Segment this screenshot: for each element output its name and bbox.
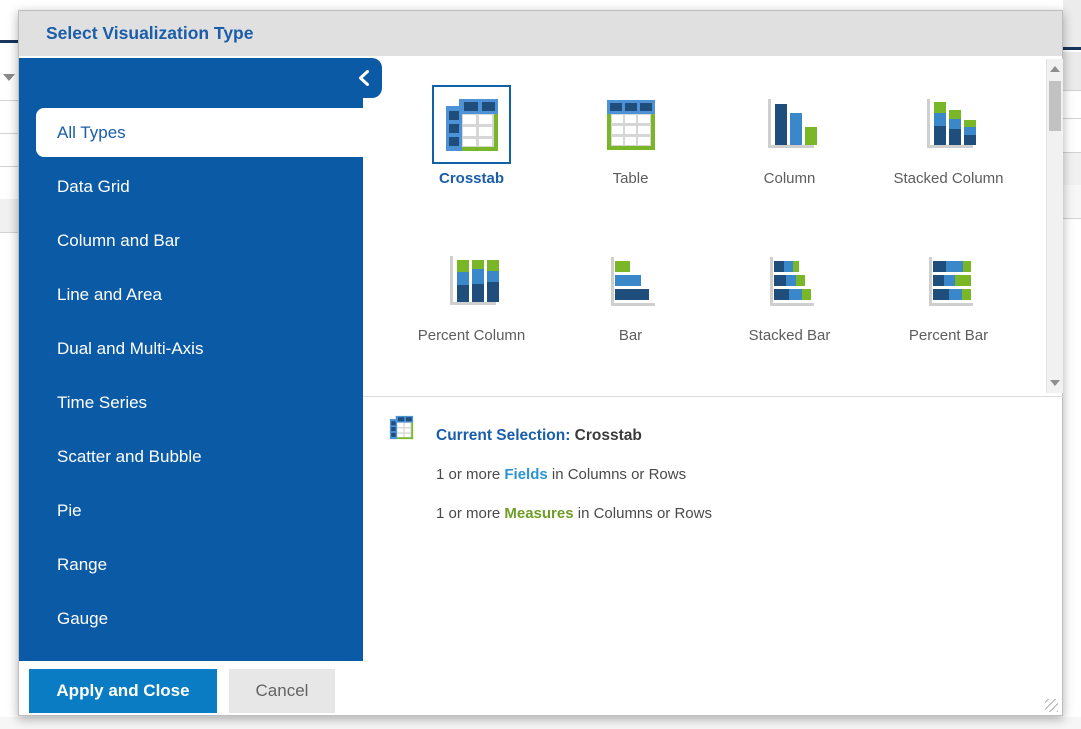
requirement-measures: 1 or more Measures in Columns or Rows bbox=[436, 505, 712, 525]
viz-tile-label: Column bbox=[764, 170, 816, 187]
stacked-bar-chart-icon bbox=[750, 242, 829, 321]
sidebar-item-label: Column and Bar bbox=[57, 231, 180, 251]
sidebar-item-label: All Types bbox=[57, 123, 126, 143]
page-edge-right-toolbar-line bbox=[1063, 47, 1081, 50]
gallery-scrollbar[interactable] bbox=[1046, 59, 1063, 393]
sidebar-item-label: Dual and Multi-Axis bbox=[57, 339, 203, 359]
resize-handle[interactable] bbox=[1045, 699, 1058, 712]
viz-tile-label: Table bbox=[613, 170, 649, 187]
viz-tile-label: Stacked Bar bbox=[749, 327, 831, 344]
chevron-left-icon[interactable] bbox=[350, 65, 376, 91]
gallery-row-1: Crosstab Table bbox=[392, 85, 1028, 187]
sidebar-item-dual-and-multi-axis[interactable]: Dual and Multi-Axis bbox=[19, 322, 363, 376]
cancel-button[interactable]: Cancel bbox=[229, 669, 335, 713]
sidebar-item-label: Gauge bbox=[57, 609, 108, 629]
gallery-info-divider bbox=[363, 396, 1064, 397]
scroll-up-arrow-icon[interactable] bbox=[1047, 61, 1063, 77]
sidebar-item-gauge[interactable]: Gauge bbox=[19, 592, 363, 646]
viz-tile-label: Stacked Column bbox=[893, 170, 1003, 187]
sidebar-header bbox=[19, 58, 382, 98]
sidebar-item-column-and-bar[interactable]: Column and Bar bbox=[19, 214, 363, 268]
table-icon bbox=[591, 85, 670, 164]
page-edge-bottom bbox=[0, 717, 1081, 729]
sidebar-item-pie[interactable]: Pie bbox=[19, 484, 363, 538]
viz-tile-crosstab[interactable]: Crosstab bbox=[392, 85, 551, 187]
viz-tile-label: Bar bbox=[619, 327, 642, 344]
viz-tile-label: Crosstab bbox=[439, 170, 504, 187]
page-edge-right-row bbox=[1063, 52, 1081, 90]
sidebar-item-label: Time Series bbox=[57, 393, 147, 413]
page-dropdown-caret-icon bbox=[3, 74, 15, 81]
sidebar-item-label: Line and Area bbox=[57, 285, 162, 305]
sidebar-category-list: All Types Data Grid Column and Bar Line … bbox=[19, 98, 363, 646]
scroll-down-arrow-icon[interactable] bbox=[1047, 375, 1063, 391]
page-edge-right-row-line bbox=[1063, 118, 1081, 119]
scrollbar-thumb[interactable] bbox=[1049, 81, 1061, 131]
viz-tile-percent-bar[interactable]: Percent Bar bbox=[869, 242, 1028, 344]
screen: Select Visualization Type All Types Data… bbox=[0, 0, 1081, 729]
requirement-fields: 1 or more Fields in Columns or Rows bbox=[436, 466, 686, 486]
page-edge-right-row bbox=[1063, 152, 1081, 185]
viz-tile-table[interactable]: Table bbox=[551, 85, 710, 187]
sidebar-item-label: Range bbox=[57, 555, 107, 575]
apply-and-close-button[interactable]: Apply and Close bbox=[29, 669, 217, 713]
sidebar-item-scatter-and-bubble[interactable]: Scatter and Bubble bbox=[19, 430, 363, 484]
viz-tile-percent-column[interactable]: Percent Column bbox=[392, 242, 551, 344]
sidebar-item-range[interactable]: Range bbox=[19, 538, 363, 592]
sidebar-item-label: Scatter and Bubble bbox=[57, 447, 202, 467]
sidebar: All Types Data Grid Column and Bar Line … bbox=[19, 98, 363, 661]
requirement-text: in Columns or Rows bbox=[548, 466, 686, 483]
sidebar-item-data-grid[interactable]: Data Grid bbox=[19, 160, 363, 214]
gallery-row-2: Percent Column Bar bbox=[392, 242, 1028, 344]
percent-bar-chart-icon bbox=[909, 242, 988, 321]
page-edge-left-row-line bbox=[0, 166, 18, 167]
requirement-text: 1 or more bbox=[436, 505, 504, 522]
page-edge-right-row bbox=[1063, 185, 1081, 218]
column-chart-icon bbox=[750, 85, 829, 164]
current-selection-label: Current Selection: bbox=[436, 427, 570, 444]
requirement-term-measures: Measures bbox=[504, 505, 573, 522]
sidebar-item-all-types[interactable]: All Types bbox=[36, 108, 363, 157]
page-edge-right-row-line bbox=[1063, 218, 1081, 219]
crosstab-icon bbox=[432, 85, 511, 164]
sidebar-item-label: Data Grid bbox=[57, 177, 130, 197]
page-edge-left-row-line bbox=[0, 232, 18, 233]
page-edge-right-header bbox=[1063, 0, 1081, 47]
page-edge-left-row-line bbox=[0, 100, 18, 101]
stacked-column-chart-icon bbox=[909, 85, 988, 164]
viz-tile-stacked-bar[interactable]: Stacked Bar bbox=[710, 242, 869, 344]
bar-chart-icon bbox=[591, 242, 670, 321]
page-edge-left-toolbar-line bbox=[0, 40, 18, 43]
current-selection-value: Crosstab bbox=[575, 427, 642, 444]
page-edge-right-row-line bbox=[1063, 90, 1081, 91]
select-visualization-dialog: Select Visualization Type All Types Data… bbox=[18, 10, 1063, 716]
dialog-titlebar[interactable]: Select Visualization Type bbox=[19, 11, 1062, 56]
viz-tile-label: Percent Bar bbox=[909, 327, 988, 344]
viz-tile-column[interactable]: Column bbox=[710, 85, 869, 187]
page-edge-left-row bbox=[0, 199, 18, 232]
requirement-text: in Columns or Rows bbox=[574, 505, 712, 522]
percent-column-chart-icon bbox=[432, 242, 511, 321]
requirement-term-fields: Fields bbox=[504, 466, 547, 483]
page-edge-right-row-line bbox=[1063, 152, 1081, 153]
page-edge-left-row-line bbox=[0, 133, 18, 134]
crosstab-mini-icon bbox=[389, 415, 414, 445]
sidebar-item-label: Pie bbox=[57, 501, 82, 521]
sidebar-item-line-and-area[interactable]: Line and Area bbox=[19, 268, 363, 322]
viz-tile-label: Percent Column bbox=[418, 327, 526, 344]
current-selection-line: Current Selection: Crosstab bbox=[436, 427, 642, 447]
viz-tile-stacked-column[interactable]: Stacked Column bbox=[869, 85, 1028, 187]
viz-tile-bar[interactable]: Bar bbox=[551, 242, 710, 344]
sidebar-item-time-series[interactable]: Time Series bbox=[19, 376, 363, 430]
requirement-text: 1 or more bbox=[436, 466, 504, 483]
dialog-title: Select Visualization Type bbox=[46, 23, 253, 44]
